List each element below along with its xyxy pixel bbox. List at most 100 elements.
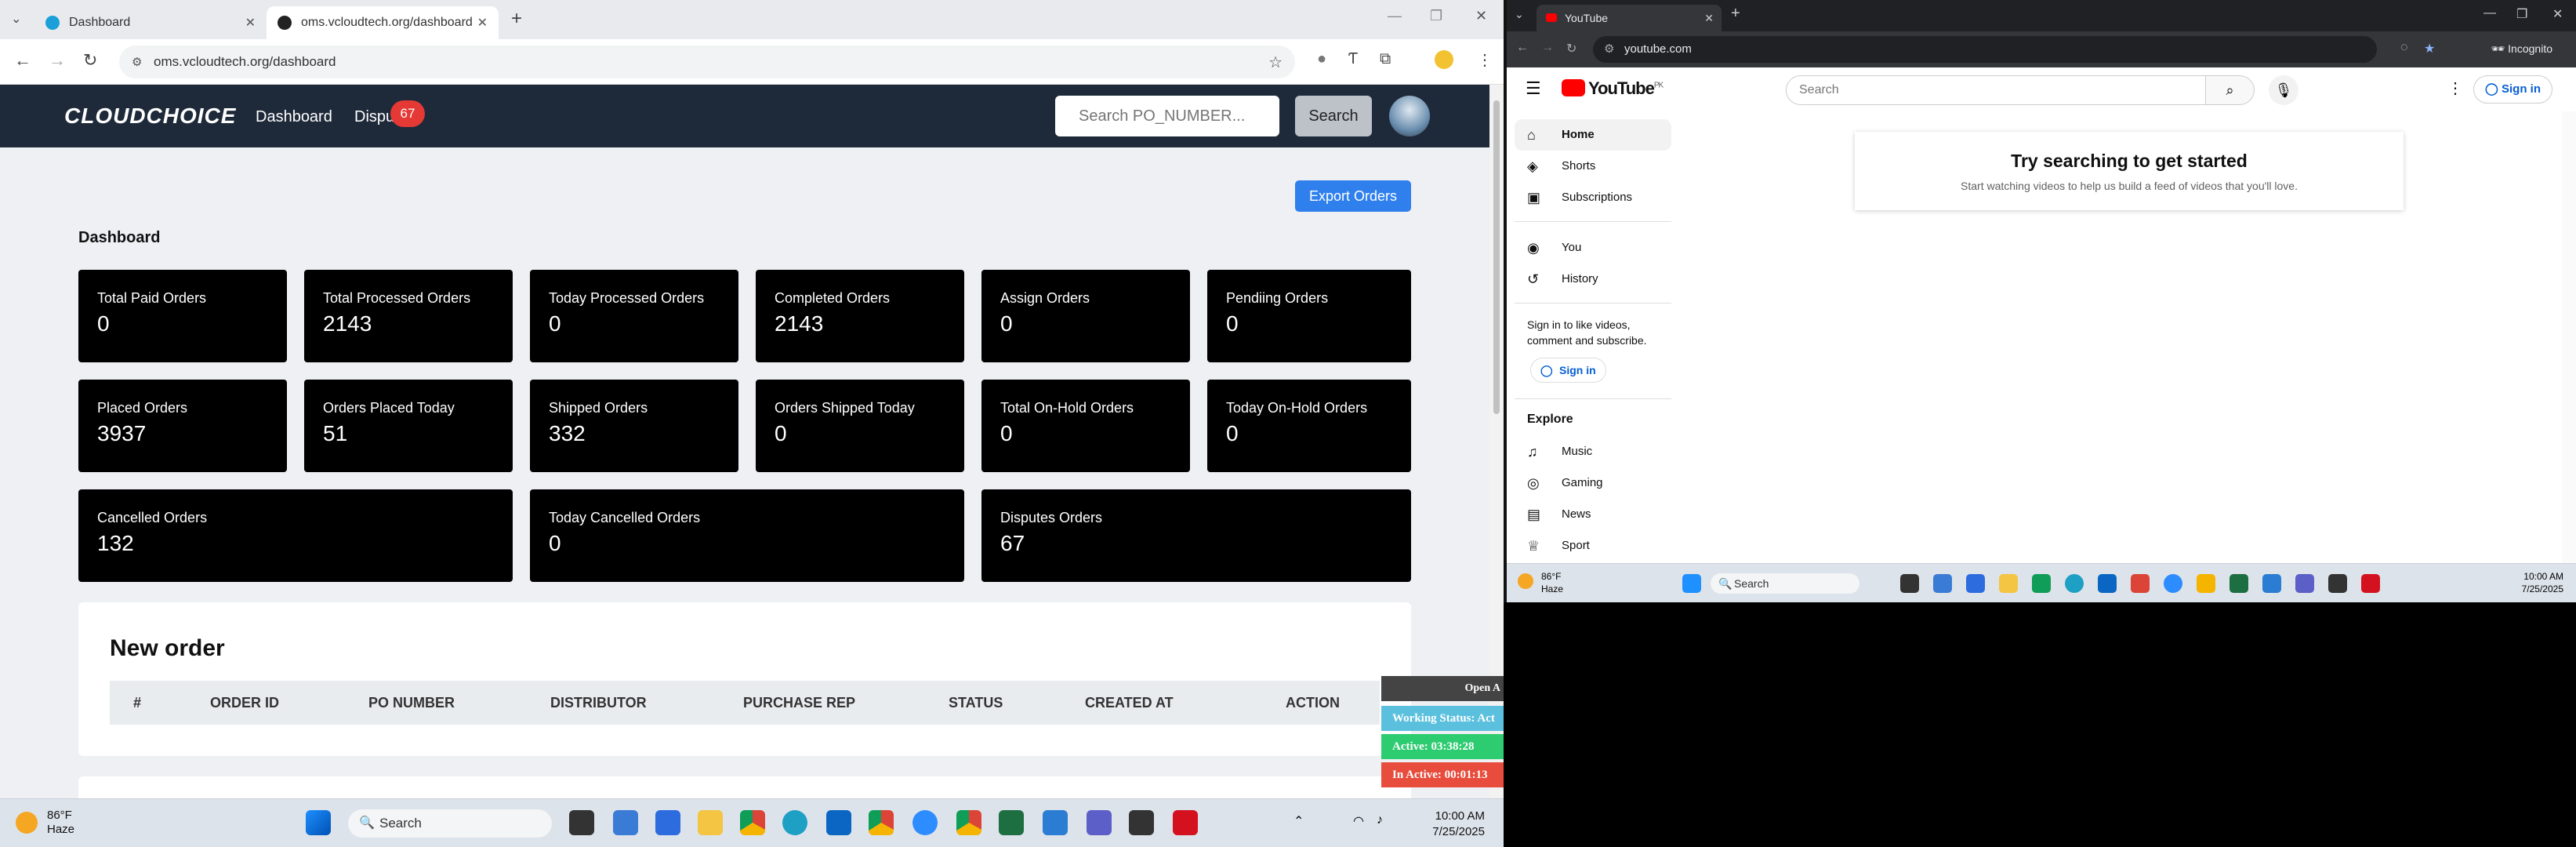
extension-icon[interactable]: ● [1317, 50, 1326, 68]
nav-disputes[interactable]: Dispu [354, 108, 394, 126]
close-window-icon[interactable]: ✕ [1475, 8, 1487, 24]
tray-chevron-icon[interactable]: ⌃ [1293, 813, 1304, 829]
sidebar-item-you[interactable]: ◉ You [1515, 232, 1671, 264]
taskbar-clock[interactable]: 10:00 AM 7/25/2025 [2522, 570, 2563, 595]
stat-card[interactable]: Today On-Hold Orders 0 [1207, 380, 1411, 472]
close-tab-icon[interactable]: ✕ [1704, 5, 1714, 31]
url-input[interactable]: ⚙ youtube.com [1593, 36, 2377, 63]
site-info-icon[interactable]: ⚙ [132, 55, 142, 69]
stat-card[interactable]: Placed Orders 3937 [78, 380, 287, 472]
new-tab-icon[interactable]: + [511, 8, 522, 30]
hamburger-menu-icon[interactable]: ☰ [1526, 78, 1541, 99]
close-tab-icon[interactable]: ✕ [477, 15, 488, 31]
start-windows-icon[interactable] [306, 810, 331, 835]
app-icon-3[interactable] [826, 810, 851, 835]
sidebar-item-gaming[interactable]: ◎ Gaming [1515, 467, 1671, 499]
stat-card[interactable]: Orders Shipped Today 0 [756, 380, 964, 472]
eye-off-icon[interactable]: ◌ [2400, 41, 2408, 55]
tab-youtube[interactable]: YouTube ✕ [1537, 5, 1722, 31]
maximize-icon[interactable]: ❐ [2516, 6, 2527, 22]
sidebar-item-shorts[interactable]: ◈ Shorts [1515, 151, 1671, 182]
site-info-icon[interactable]: ⚙ [1604, 36, 1614, 63]
stat-card[interactable]: Disputes Orders 67 [981, 489, 1411, 582]
app-icon-5[interactable] [1129, 810, 1154, 835]
youtube-search-input[interactable]: Search [1786, 75, 2206, 105]
stat-card[interactable]: Assign Orders 0 [981, 270, 1190, 362]
microphone-icon[interactable]: 🎙 [2269, 75, 2298, 105]
taskbar-clock[interactable]: 10:00 AM 7/25/2025 [1432, 809, 1485, 840]
stat-card[interactable]: Pendiing Orders 0 [1207, 270, 1411, 362]
youtube-logo[interactable]: YouTubePK [1562, 78, 1664, 99]
weather-widget[interactable]: 86°F Haze [16, 809, 74, 837]
start-windows-icon[interactable] [1682, 574, 1701, 593]
sidebar-item-music[interactable]: ♫ Music [1515, 436, 1671, 467]
chrome-icon-2[interactable] [956, 810, 981, 835]
task-view-icon[interactable] [569, 810, 594, 835]
volume-icon[interactable]: ♪ [1377, 813, 1383, 827]
tab-dashboard[interactable]: Dashboard ✕ [34, 6, 267, 39]
user-avatar[interactable] [1389, 96, 1430, 136]
url-input[interactable]: ⚙ oms.vcloudtech.org/dashboard ☆ [119, 45, 1295, 78]
sidebar-item-news[interactable]: ▤ News [1515, 499, 1671, 530]
app-icon-4[interactable] [2262, 574, 2281, 593]
export-orders-button[interactable]: Export Orders [1295, 180, 1411, 212]
scrollbar-thumb[interactable] [1493, 100, 1500, 414]
back-icon[interactable]: ← [1516, 41, 1529, 55]
minimize-icon[interactable]: — [2483, 6, 2496, 20]
app-icon-1[interactable] [613, 810, 638, 835]
chrome-icon-2[interactable] [2197, 574, 2215, 593]
bookmark-star-icon[interactable]: ★ [2424, 41, 2435, 56]
teams-icon[interactable] [1087, 810, 1112, 835]
stat-card[interactable]: Completed Orders 2143 [756, 270, 964, 362]
chrome-profile-icon[interactable] [2131, 574, 2150, 593]
acrobat-icon[interactable] [2361, 574, 2380, 593]
taskbar-search[interactable]: 🔍 Search [1711, 573, 1859, 594]
file-explorer-icon[interactable] [698, 810, 723, 835]
yt-scrollbar[interactable] [2562, 111, 2576, 563]
stat-card[interactable]: Orders Placed Today 51 [304, 380, 513, 472]
sidebar-item-home[interactable]: ⌂ Home [1515, 119, 1671, 151]
sidebar-item-subscriptions[interactable]: ▣ Subscriptions [1515, 182, 1671, 213]
zoom-icon[interactable] [2164, 574, 2182, 593]
zoom-icon[interactable] [912, 810, 938, 835]
maximize-icon[interactable]: ❐ [1430, 8, 1442, 24]
acrobat-icon[interactable] [1173, 810, 1198, 835]
tab-oms-dashboard[interactable]: oms.vcloudtech.org/dashboard ✕ [267, 6, 499, 39]
extensions-puzzle-icon[interactable]: ⧉ [1380, 50, 1391, 68]
forward-icon[interactable]: → [1541, 41, 1554, 55]
chrome-icon[interactable] [2032, 574, 2051, 593]
stat-card[interactable]: Cancelled Orders 132 [78, 489, 513, 582]
reload-icon[interactable]: ↻ [1566, 41, 1576, 56]
app-icon-5[interactable] [2328, 574, 2347, 593]
taskbar-search[interactable]: 🔍 Search [348, 809, 552, 838]
sidebar-item-history[interactable]: ↺ History [1515, 264, 1671, 295]
open-widget-button[interactable]: Open A [1381, 676, 1504, 701]
chrome-icon[interactable] [740, 810, 765, 835]
tab-list-button[interactable]: ⌄ [1515, 8, 1524, 21]
menu-dots-icon[interactable]: ⋮ [1477, 50, 1493, 70]
weather-widget[interactable]: 86°F Haze [1518, 570, 1563, 595]
sidebar-item-sport[interactable]: ♕ Sport [1515, 530, 1671, 562]
app-icon-3[interactable] [2098, 574, 2117, 593]
wifi-icon[interactable]: ◠ [1353, 813, 1364, 829]
app-icon-1[interactable] [1933, 574, 1952, 593]
excel-icon[interactable] [999, 810, 1024, 835]
incognito-badge[interactable]: 🕶 Incognito [2491, 42, 2553, 56]
file-explorer-icon[interactable] [1999, 574, 2018, 593]
search-button[interactable]: Search [1295, 96, 1372, 136]
close-tab-icon[interactable]: ✕ [245, 15, 256, 31]
close-window-icon[interactable]: ✕ [2552, 6, 2563, 22]
forward-icon[interactable]: → [49, 50, 66, 71]
stat-card[interactable]: Total Paid Orders 0 [78, 270, 287, 362]
stat-card[interactable]: Shipped Orders 332 [530, 380, 738, 472]
reload-icon[interactable]: ↻ [83, 50, 97, 71]
stat-card[interactable]: Today Cancelled Orders 0 [530, 489, 964, 582]
excel-icon[interactable] [2230, 574, 2248, 593]
settings-dots-icon[interactable]: ⋮ [2447, 78, 2463, 98]
back-icon[interactable]: ← [14, 50, 31, 71]
task-view-icon[interactable] [1900, 574, 1919, 593]
app-icon-2[interactable] [655, 810, 680, 835]
bookmark-star-icon[interactable]: ☆ [1268, 53, 1283, 72]
nav-dashboard[interactable]: Dashboard [256, 108, 332, 126]
minimize-icon[interactable]: — [1388, 8, 1402, 24]
